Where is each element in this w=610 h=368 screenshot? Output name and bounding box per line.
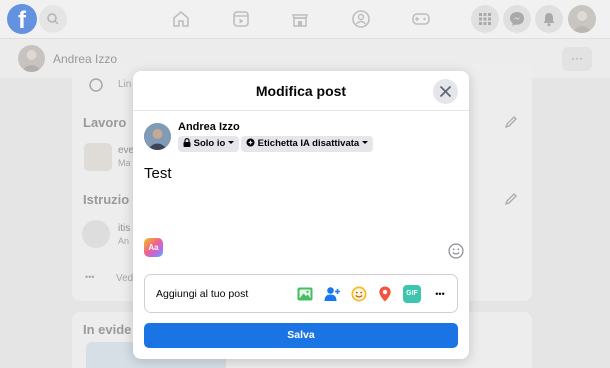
lock-icon (183, 138, 191, 147)
text-background-button[interactable]: Aa (144, 238, 163, 257)
ai-label-text: Etichetta IA disattivata (257, 138, 360, 149)
add-to-post-label: Aggiungi al tuo post (156, 288, 249, 300)
emoji-icon[interactable] (448, 243, 464, 259)
photo-icon[interactable] (296, 285, 314, 303)
author-avatar (144, 123, 171, 150)
add-to-post-panel: Aggiungi al tuo post GIF ••• (144, 274, 458, 313)
privacy-selector[interactable]: Solo io (178, 136, 240, 152)
edit-post-dialog: Modifica post Andrea Izzo Solo io Etiche… (133, 71, 469, 359)
ai-label-selector[interactable]: Etichetta IA disattivata (241, 136, 374, 152)
dialog-title: Modifica post (255, 83, 347, 99)
close-button[interactable] (433, 79, 458, 104)
location-icon[interactable] (376, 285, 394, 303)
author-name: Andrea Izzo (178, 121, 240, 133)
post-text-editor[interactable]: Test (144, 165, 172, 182)
avatar-image (144, 123, 171, 150)
privacy-label: Solo io (193, 138, 226, 149)
ai-tag-icon (246, 138, 255, 147)
gif-icon[interactable]: GIF (403, 285, 421, 303)
close-icon (439, 85, 452, 98)
caret-down-icon (362, 141, 369, 144)
save-button[interactable]: Salva (144, 323, 458, 348)
feeling-icon[interactable] (350, 285, 368, 303)
tag-people-icon[interactable] (323, 285, 341, 303)
more-icon[interactable]: ••• (431, 285, 449, 303)
dialog-header: Modifica post (133, 71, 469, 111)
caret-down-icon (228, 141, 235, 144)
